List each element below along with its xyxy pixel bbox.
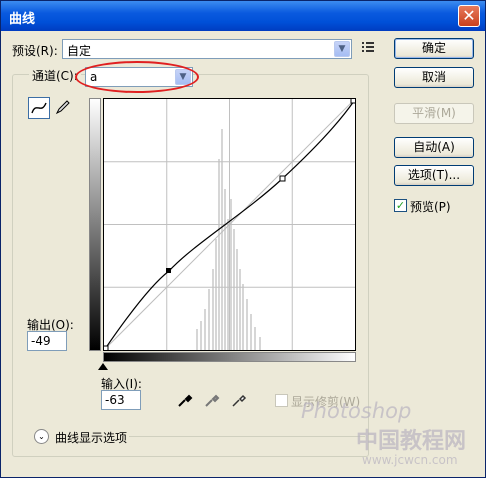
preset-options-icon[interactable] <box>360 39 382 61</box>
curve-point[interactable] <box>350 97 357 104</box>
highlight-ellipse <box>75 61 199 93</box>
chevron-down-icon[interactable]: ⌄ <box>34 429 49 444</box>
curve-point[interactable] <box>102 345 109 352</box>
curve-options-label: 曲线显示选项 <box>55 431 128 445</box>
window-title: 曲线 <box>9 12 36 27</box>
pencil-icon[interactable] <box>53 97 75 119</box>
preset-label: 预设(R): <box>12 44 58 58</box>
white-eyedropper-icon[interactable] <box>230 391 252 413</box>
preset-value: 自定 <box>67 44 92 58</box>
curve-point-tool-icon[interactable] <box>28 97 50 119</box>
output-field[interactable]: -49 <box>27 331 67 351</box>
curve-graph-svg <box>102 97 357 352</box>
show-clipping-checkbox[interactable] <box>275 394 288 407</box>
curve-graph[interactable] <box>102 97 357 352</box>
watermark-url: www.jcwcn.com <box>362 453 458 467</box>
chevron-down-icon: ▼ <box>334 41 350 57</box>
preview-checkbox[interactable]: ✓ <box>394 199 407 212</box>
channel-label: 通道(C): <box>29 67 81 84</box>
curve-point-selected[interactable] <box>166 268 171 273</box>
input-field[interactable]: -63 <box>101 390 141 410</box>
auto-button[interactable]: 自动(A) <box>394 137 474 158</box>
title-bar: 曲线 ✕ <box>1 1 485 31</box>
gray-eyedropper-icon[interactable] <box>203 391 225 413</box>
black-point-slider-icon[interactable] <box>98 363 108 370</box>
watermark-cn: 中国教程网 <box>356 429 467 454</box>
ok-button[interactable]: 确定 <box>394 38 474 59</box>
watermark-photoshop: Photoshop <box>301 399 412 423</box>
cancel-button[interactable]: 取消 <box>394 67 474 88</box>
close-icon[interactable]: ✕ <box>458 5 480 27</box>
black-eyedropper-icon[interactable] <box>176 391 198 413</box>
preview-label: 预览(P) <box>410 200 451 214</box>
input-gradient-bar <box>103 352 356 362</box>
curve-point[interactable] <box>279 175 286 182</box>
options-button[interactable]: 选项(T)... <box>394 165 474 186</box>
preset-select[interactable]: 自定 ▼ <box>62 39 352 59</box>
smooth-button[interactable]: 平滑(M) <box>394 103 474 124</box>
curves-dialog: 曲线 ✕ 预设(R): 自定 ▼ 确定 取消 平滑(M) 自动(A) 选项(T)… <box>0 0 486 478</box>
output-gradient-bar <box>89 98 101 351</box>
divider <box>129 436 365 437</box>
